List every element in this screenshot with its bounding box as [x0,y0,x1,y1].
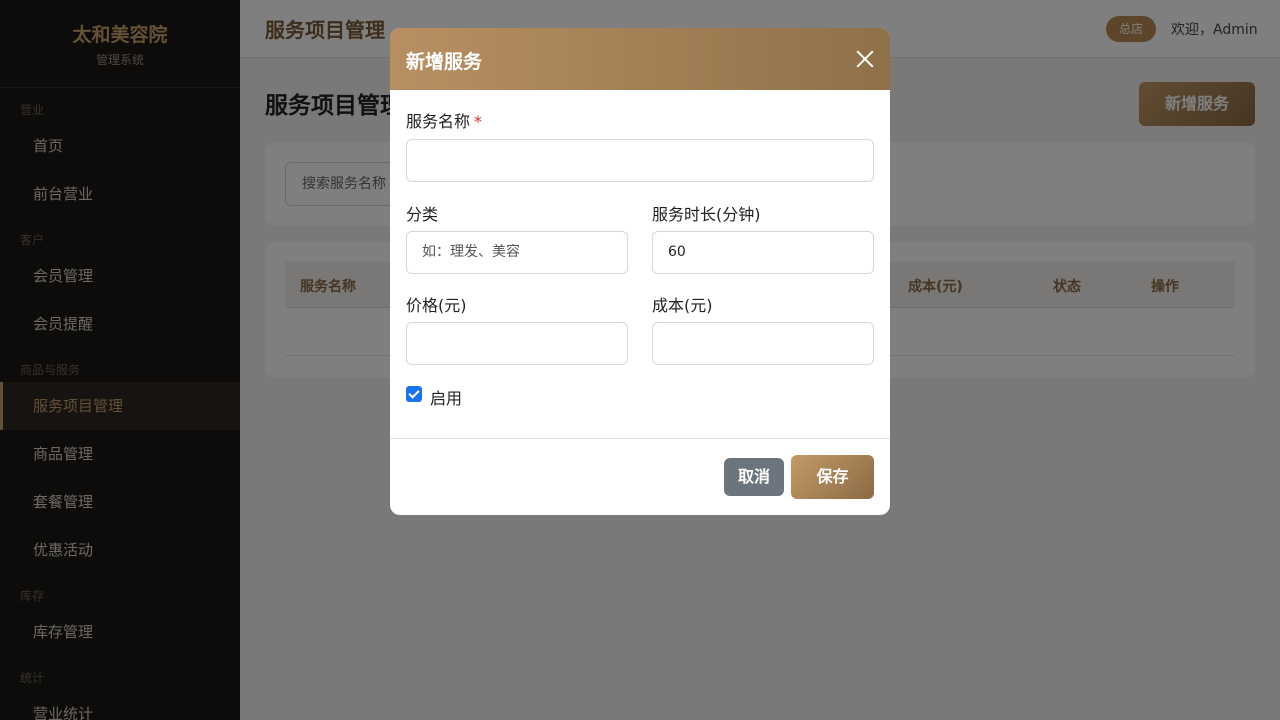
dialog-title: 新增服务 [406,51,483,73]
duration-label: 服务时长(分钟) [652,205,761,224]
service-name-input[interactable] [406,139,874,182]
cost-label: 成本(元) [652,296,713,315]
service-name-label-text: 服务名称 [406,112,471,131]
save-button[interactable]: 保存 [791,455,874,499]
service-name-label: 服务名称 * [406,108,482,132]
dialog-footer-divider [390,438,890,439]
add-service-dialog: 新增服务 服务名称 * 分类 如：理发、美容 服务时长(分钟) 60 价格(元) … [390,28,890,515]
category-input[interactable]: 如：理发、美容 [406,231,628,274]
close-icon[interactable] [854,48,876,70]
dialog-header: 新增服务 [390,28,890,90]
required-mark: * [474,112,483,131]
price-label: 价格(元) [406,296,467,315]
category-label: 分类 [406,205,439,224]
enabled-label[interactable]: 启用 [430,385,462,409]
cancel-button[interactable]: 取消 [724,458,784,496]
price-input[interactable] [406,322,628,365]
cost-input[interactable] [652,322,874,365]
duration-input[interactable]: 60 [652,231,874,274]
enabled-checkbox[interactable] [406,386,422,402]
